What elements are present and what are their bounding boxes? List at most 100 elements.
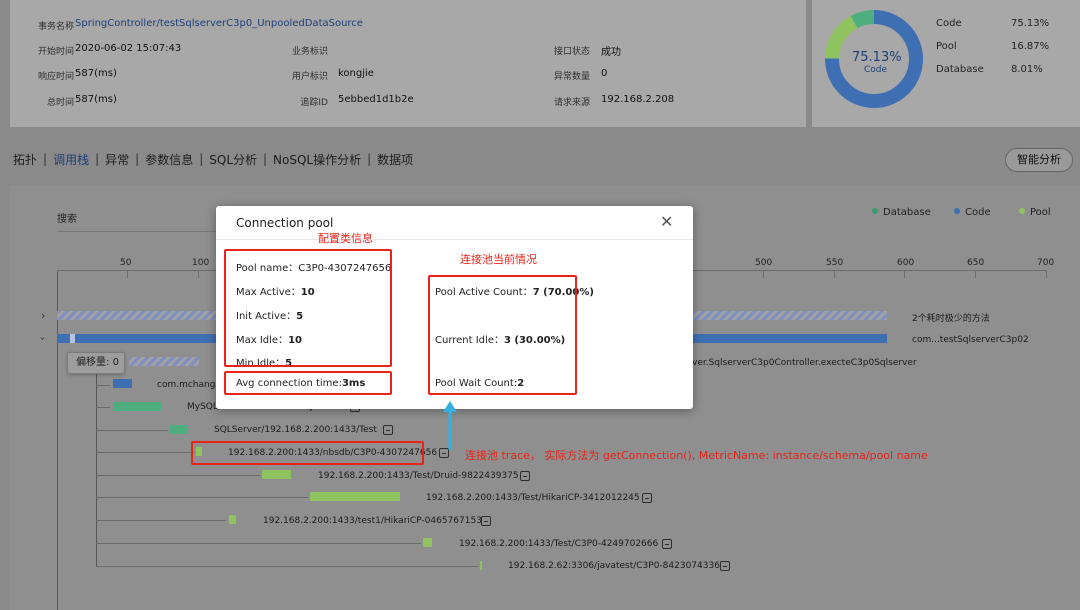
exception-count-label: 异常数量 [553,72,590,82]
legend-database-value: 8.01% [1011,64,1043,75]
request-source-value: 192.168.2.208 [601,94,675,105]
pool-druid-label: 192.168.2.200:1433/Test/Druid-9822439375 [318,471,519,481]
pool-icon[interactable] [662,539,672,549]
controller-method-bar[interactable] [129,357,199,366]
tree-branch [96,430,168,431]
offset-value: 0 [112,357,119,368]
user-id-value: kongjie [338,68,374,79]
response-time-label: 响应时间 [37,72,74,82]
interface-status-value: 成功 [601,47,621,58]
legend-database-label: Database [883,207,931,218]
tab-data-items[interactable]: 数据项 [374,151,416,168]
tab-separator: | [199,152,204,166]
pool-c3p0-test-bar[interactable] [423,538,432,547]
exception-count-value: 0 [601,68,608,79]
trace-id-value: 5ebbed1d1b2e [338,94,414,105]
axis-tick-550: 550 [826,258,844,268]
legend-code-label: Code [965,207,991,218]
mysql-bar[interactable] [113,402,161,411]
axis-tick-100: 100 [192,258,210,268]
axis-tick-mark [975,270,976,278]
tab-nosql-analysis[interactable]: NoSQL操作分析 [270,151,364,168]
legend-code-name: Code [936,18,962,29]
modal-title: Connection pool [236,216,334,230]
total-time-label: 总时间 [46,98,74,108]
tree-branch [96,475,260,476]
interface-status-label: 接口状态 [553,47,590,57]
pool-c3p0-test-label: 192.168.2.200:1433/Test/C3P0-4249702666 [459,539,659,549]
code-dot-icon [954,208,960,214]
close-icon[interactable]: ✕ [660,213,673,231]
start-time-label: 开始时间 [37,47,74,57]
status-annotation: 连接池当前情况 [460,253,537,266]
pool-hikari-test1-label: 192.168.2.200:1433/test1/HikariCP-046576… [263,516,482,526]
axis-tick-mark [904,270,905,278]
pool-icon[interactable] [720,561,730,571]
tree-branch [96,543,421,544]
legend-code-value: 75.13% [1011,18,1050,29]
axis-tick-600: 600 [897,258,915,268]
collapse-chevron-down-icon[interactable]: › [37,337,48,341]
sqlserver-bar[interactable] [170,425,188,434]
minor-methods-label: 2个耗时极少的方法 [912,314,990,324]
legend-database-name: Database [936,64,984,75]
user-id-label: 用户标识 [291,72,328,82]
pool-icon[interactable] [642,493,652,503]
modal-header: Connection pool ✕ [216,206,693,240]
search-input[interactable]: 搜索 [57,210,227,232]
smart-analysis-button[interactable]: 智能分析 [1005,148,1073,172]
pool-icon[interactable] [481,516,491,526]
response-time-value: 587(ms) [75,68,117,79]
root-method-label: com...testSqlserverC3p02 [912,335,1029,345]
tab-call-stack[interactable]: 调用栈 [50,151,92,168]
start-time-value: 2020-06-02 15:07:43 [75,43,182,54]
axis-tick-mark [834,270,835,278]
controller-method-label: ver.SqlserverC3p0Controller.execteC3p0Sq… [692,358,917,368]
pool-dot-icon [1019,208,1025,214]
txn-name-value[interactable]: SpringController/testSqlserverC3p0_Unpoo… [75,18,363,29]
tab-separator: | [367,152,372,166]
total-time-value: 587(ms) [75,94,117,105]
offset-label: 偏移量: [76,357,110,368]
annotation-arrow-icon [443,401,457,450]
pool-c3p0-javatest-label: 192.168.2.62:3306/javatest/C3P0-84230743… [508,561,720,571]
detail-tabs: 拓扑 | 调用栈 | 异常 | 参数信息 | SQL分析 | NoSQL操作分析 | 数据项 [10,149,416,169]
tab-topology[interactable]: 拓扑 [10,151,40,168]
tab-parameters[interactable]: 参数信息 [142,151,196,168]
mchange-bar[interactable] [113,379,132,388]
pool-icon[interactable] [520,471,530,481]
tree-branch [96,407,110,408]
pool-hikari-test1-bar[interactable] [229,515,236,524]
axis-tick-mark [763,270,764,278]
arrow-head [443,401,457,412]
tab-separator: | [43,152,48,166]
axis-tick-650: 650 [967,258,985,268]
database-icon [383,425,393,435]
tab-separator: | [263,152,268,166]
legend-database: Database [872,207,931,218]
transaction-info-card: 事务名称 SpringController/testSqlserverC3p0_… [10,0,806,127]
request-source-label: 请求来源 [553,98,590,108]
donut-center-value: 75.13% [852,50,902,65]
tree-child-line [96,370,97,567]
pool-trace-highlight-box [191,441,424,465]
offset-tooltip: 偏移量: 0 [67,352,125,374]
axis-tick-50: 50 [120,258,132,268]
tab-separator: | [135,152,140,166]
axis-tick-mark [198,270,199,278]
axis-tick-mark [127,270,128,278]
tab-exceptions[interactable]: 异常 [102,151,132,168]
config-highlight-box [224,249,392,367]
pool-hikari-test-bar[interactable] [310,492,400,501]
biz-id-label: 业务标识 [291,47,328,57]
legend-code: Code [954,207,991,218]
expand-chevron-right-icon[interactable]: › [41,309,45,322]
tree-branch [96,566,478,567]
pool-hikari-test-label: 192.168.2.200:1433/Test/HikariCP-3412012… [426,493,640,503]
legend-pool-label: Pool [1030,207,1051,218]
tab-sql-analysis[interactable]: SQL分析 [206,151,260,168]
pool-c3p0-javatest-bar[interactable] [480,561,482,570]
pool-druid-bar[interactable] [262,470,291,479]
donut-center-label: Code [864,65,888,75]
tree-branch [96,520,226,521]
